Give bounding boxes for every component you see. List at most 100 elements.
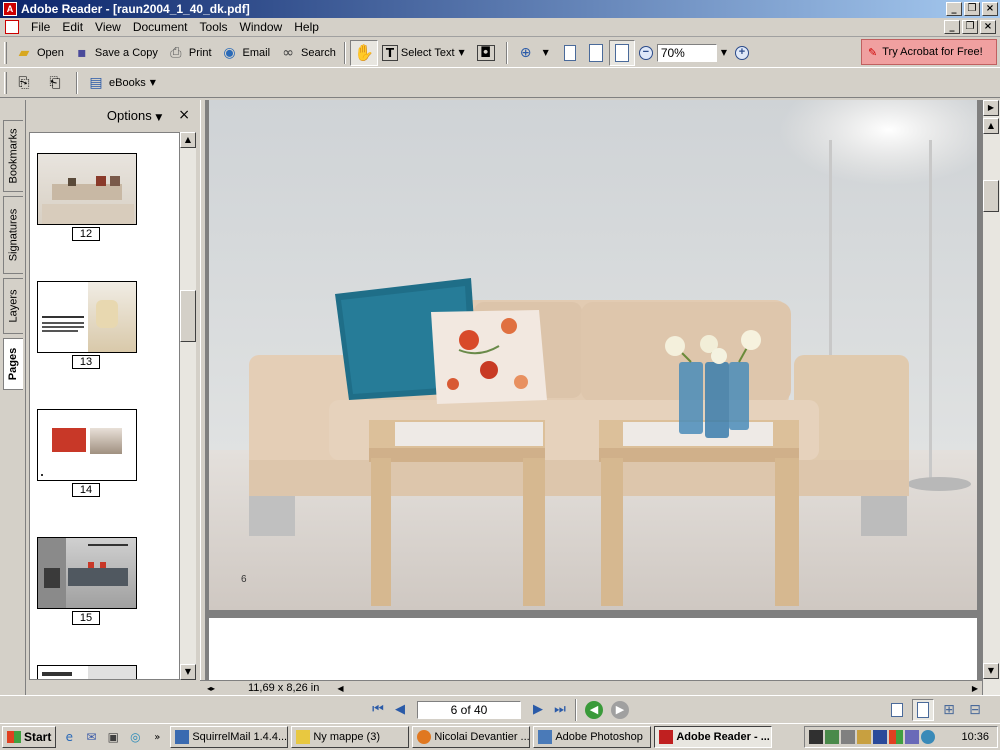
menu-window[interactable]: Window — [234, 20, 289, 34]
zoom-input[interactable]: 70% — [656, 43, 717, 62]
zoom-tool-button[interactable]: ⊕ ▼ — [512, 41, 557, 65]
menu-tools[interactable]: Tools — [194, 20, 234, 34]
doc-close-button[interactable]: × — [980, 20, 996, 34]
toolbar-grip[interactable] — [4, 71, 7, 94]
page-thumbnail[interactable] — [37, 281, 137, 353]
options-menu[interactable]: Options ▼ — [107, 108, 162, 123]
zoom-out-icon[interactable]: − — [638, 45, 653, 60]
thumbnail-page-label: 14 — [72, 483, 100, 497]
page-thumbnail[interactable] — [37, 537, 137, 609]
toolbar-grip[interactable] — [4, 41, 7, 64]
chevron-down-icon[interactable]: ▼ — [721, 48, 727, 57]
more-arrow-icon[interactable]: » — [148, 728, 166, 746]
menu-edit[interactable]: Edit — [56, 20, 89, 34]
tray-network-icon[interactable] — [825, 730, 839, 744]
doc-minimize-button[interactable]: _ — [944, 20, 960, 34]
chevron-down-icon[interactable]: ▼ — [150, 78, 156, 87]
tab-pages-label: Pages — [7, 347, 20, 381]
start-button[interactable]: Start — [2, 726, 57, 748]
fit-page-button[interactable] — [583, 40, 609, 66]
snapshot-button[interactable]: ◘ — [473, 41, 502, 65]
tray-globe-icon[interactable] — [921, 730, 935, 744]
save-copy-button[interactable]: ▪ Save a Copy — [68, 41, 162, 65]
menu-file[interactable]: File — [25, 20, 56, 34]
scrollbar-thumb[interactable] — [180, 290, 196, 342]
menu-document[interactable]: Document — [127, 20, 194, 34]
facing-button[interactable]: ⊞ — [938, 699, 960, 721]
messenger-icon — [417, 730, 432, 744]
scroll-left-icon[interactable]: ◂▸ — [204, 682, 218, 695]
select-text-button[interactable]: T Select Text ▼ — [378, 41, 473, 65]
scroll-right-panel-icon[interactable]: ▶ — [983, 100, 999, 116]
previous-page-button[interactable]: ◀ — [389, 699, 411, 721]
page-thumbnail[interactable] — [37, 665, 137, 679]
document-icon[interactable] — [5, 20, 19, 34]
try-acrobat-button[interactable]: ✎ Try Acrobat for Free! — [861, 39, 997, 65]
email-button[interactable]: ◉ Email — [216, 41, 275, 65]
tab-signatures[interactable]: Signatures — [3, 196, 23, 274]
chevron-down-icon[interactable]: ▼ — [543, 48, 549, 57]
print-button[interactable]: ⎙ Print — [162, 41, 216, 65]
tray-app-icon[interactable] — [809, 730, 823, 744]
scroll-right-icon[interactable]: ▶ — [972, 684, 978, 693]
ebooks-button[interactable]: ▤ eBooks ▼ — [82, 71, 164, 95]
tab-pages[interactable]: Pages — [3, 338, 23, 390]
close-panel-button[interactable]: × — [178, 107, 190, 123]
tray-volume-icon[interactable] — [841, 730, 855, 744]
minimize-button[interactable]: _ — [946, 2, 962, 16]
go-back-button[interactable]: ◀ — [585, 700, 603, 719]
document-vertical-scrollbar[interactable]: ▶ ▲ ▼ — [982, 100, 1000, 695]
close-button[interactable]: × — [982, 2, 998, 16]
hand-tool-button[interactable]: ✋ — [349, 39, 378, 66]
zoom-in-icon[interactable]: + — [734, 45, 749, 60]
scroll-up-icon[interactable]: ▲ — [983, 118, 999, 134]
task-label: Adobe Photoshop — [555, 731, 643, 743]
task-adobe-reader[interactable]: Adobe Reader - ... — [654, 726, 773, 748]
go-forward-button[interactable]: ▶ — [611, 700, 629, 719]
page-number-field[interactable]: 6 of 40 — [417, 700, 521, 719]
next-page-button[interactable]: ▶ — [527, 699, 549, 721]
page-thumbnail[interactable] — [37, 153, 137, 225]
outlook-icon[interactable]: ✉ — [82, 728, 100, 746]
media-player-icon[interactable]: ◎ — [126, 728, 144, 746]
continuous-button[interactable] — [912, 699, 934, 721]
thumbnail-scrollbar[interactable]: ▲ ▼ — [180, 132, 196, 680]
tray-pen-icon[interactable] — [857, 730, 871, 744]
maximize-button[interactable]: ❐ — [964, 2, 980, 16]
scrollbar-thumb[interactable] — [983, 180, 999, 212]
page-thumbnail[interactable] — [37, 409, 137, 481]
scroll-down-icon[interactable]: ▼ — [983, 663, 999, 679]
page-icon — [614, 43, 629, 62]
last-page-button[interactable]: ⏭ — [549, 699, 571, 721]
tray-security-icon[interactable] — [873, 730, 887, 744]
doc-restore-button[interactable]: ❐ — [962, 20, 978, 34]
rotate-button[interactable]: ⎘ — [10, 71, 41, 95]
open-button[interactable]: ▰ Open — [10, 41, 68, 65]
document-viewport[interactable]: 6 — [206, 100, 982, 680]
menu-view[interactable]: View — [89, 20, 127, 34]
first-page-button[interactable]: ⏮ — [367, 699, 389, 721]
scroll-up-icon[interactable]: ▲ — [180, 132, 196, 148]
search-button[interactable]: ∞ Search — [274, 41, 340, 65]
menu-help[interactable]: Help — [288, 20, 325, 34]
tray-monitor-icon[interactable] — [905, 730, 919, 744]
chevron-down-icon[interactable]: ▼ — [459, 48, 465, 57]
task-ny-mappe[interactable]: Ny mappe (3) — [291, 726, 410, 748]
task-label: Ny mappe (3) — [313, 731, 380, 743]
scroll-down-icon[interactable]: ▼ — [180, 664, 196, 680]
task-adobe-photoshop[interactable]: Adobe Photoshop — [533, 726, 652, 748]
actual-size-button[interactable] — [557, 40, 583, 66]
tab-bookmarks[interactable]: Bookmarks — [3, 120, 23, 192]
scroll-left-icon[interactable]: ◀ — [337, 684, 343, 693]
task-squirrelmail[interactable]: SquirrelMail 1.4.4... — [170, 726, 289, 748]
continuous-facing-button[interactable]: ⊟ — [964, 699, 986, 721]
single-page-button[interactable] — [886, 699, 908, 721]
task-nicolai-devantier[interactable]: Nicolai Devantier ... — [412, 726, 531, 748]
show-desktop-icon[interactable]: ▣ — [104, 728, 122, 746]
tray-windows-icon[interactable] — [889, 730, 903, 744]
adobe-reader-icon[interactable]: A — [3, 2, 17, 16]
rotate-ccw-button[interactable]: ⎗ — [41, 71, 72, 95]
internet-explorer-icon[interactable]: e — [60, 728, 78, 746]
tab-layers[interactable]: Layers — [3, 278, 23, 334]
fit-width-button[interactable] — [608, 39, 635, 66]
